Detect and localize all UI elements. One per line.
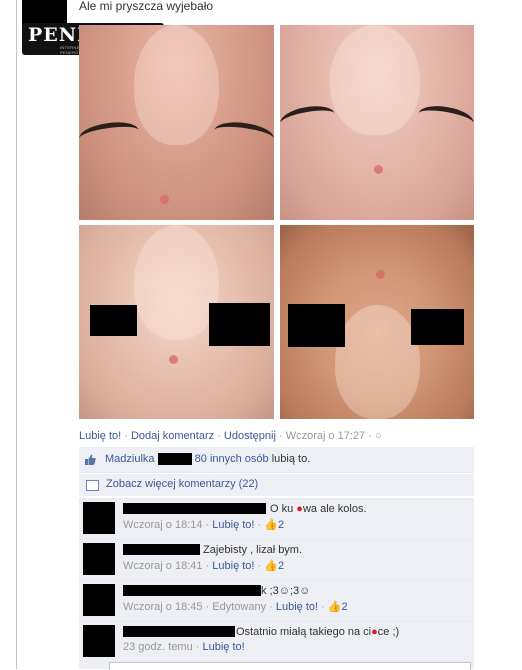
comment-time[interactable]: 23 godz. temu [123, 641, 193, 653]
likes-suffix: lubią to. [271, 453, 311, 465]
pimple-mark [160, 195, 169, 204]
photo-3[interactable] [79, 225, 274, 419]
comment-edited[interactable]: Edytowany [212, 601, 266, 613]
share-link[interactable]: Udostępnij [224, 430, 276, 442]
comment-like-link[interactable]: Lubię to! [212, 519, 254, 531]
thumbs-up-icon: 👍 [264, 560, 278, 572]
censor-bar [288, 304, 345, 347]
pimple-mark [374, 165, 383, 174]
photo-2[interactable] [280, 25, 474, 220]
comment-text: k ;3☺;3☺ [261, 585, 311, 597]
comment-like-link[interactable]: Lubię to! [203, 641, 245, 653]
like-link[interactable]: Lubię to! [79, 430, 121, 442]
comment-time[interactable]: Wczoraj o 18:14 [123, 519, 202, 531]
commenter-name-censored[interactable] [123, 503, 266, 514]
censor-bar [411, 309, 464, 345]
photo-4[interactable] [280, 225, 474, 419]
comment-text: O ku ●wa ale kolos. [270, 503, 367, 515]
comment-text: Ostatnio miałą takiego na ci●ce ;) [236, 626, 400, 638]
comment-item: Zajebisty , lizał bym. Wczoraj o 18:41 ·… [79, 539, 474, 580]
thumbs-up-icon [85, 454, 96, 465]
comment-meta: 23 godz. temu · Lubię to! [123, 641, 245, 653]
commenter-name-censored[interactable] [123, 544, 200, 555]
commenter-name-censored[interactable] [123, 585, 261, 596]
comment-like-count[interactable]: 2 [342, 601, 348, 613]
comment-text: Zajebisty , lizał bym. [203, 544, 303, 556]
post-timestamp[interactable]: Wczoraj o 17:27 [286, 430, 365, 442]
comment-meta: Wczoraj o 18:14 · Lubię to! · 👍2 [123, 519, 285, 531]
post-actions: Lubię to! · Dodaj komentarz · Udostępnij… [79, 430, 382, 442]
comment-like-count[interactable]: 2 [278, 560, 284, 572]
pimple-mark [169, 355, 178, 364]
commenter-avatar-censored[interactable] [83, 502, 115, 534]
censor-bar [209, 303, 270, 346]
comment-time[interactable]: Wczoraj o 18:41 [123, 560, 202, 572]
post-text: Ale mi pryszcza wyjebało [79, 0, 214, 13]
comment-meta: Wczoraj o 18:41 · Lubię to! · 👍2 [123, 560, 285, 572]
globe-icon: ○ [374, 430, 382, 442]
comment-item: Ostatnio miałą takiego na ci●ce ;) 23 go… [79, 621, 474, 662]
photo-1[interactable] [79, 25, 274, 220]
censor-bar [157, 453, 192, 466]
censor-dot: ● [296, 503, 303, 515]
add-comment-link[interactable]: Dodaj komentarz [131, 430, 214, 442]
comments-icon [86, 480, 99, 491]
comment-like-link[interactable]: Lubię to! [212, 560, 254, 572]
commenter-avatar-censored[interactable] [83, 543, 115, 575]
comment-meta: Wczoraj o 18:45 · Edytowany · Lubię to! … [123, 601, 348, 613]
commenter-name-censored[interactable] [123, 626, 235, 637]
liker-name[interactable]: Madziulka [105, 453, 155, 465]
comment-time[interactable]: Wczoraj o 18:45 [123, 601, 202, 613]
pimple-mark [376, 270, 385, 279]
view-more-comments-link[interactable]: Zobacz więcej komentarzy (22) [106, 478, 258, 490]
likes-summary: Madziulka 80 innych osób lubią to. [79, 447, 474, 473]
comment-like-link[interactable]: Lubię to! [276, 601, 318, 613]
comment-item: k ;3☺;3☺ Wczoraj o 18:45 · Edytowany · L… [79, 580, 474, 621]
comment-item: O ku ●wa ale kolos. Wczoraj o 18:14 · Lu… [79, 498, 474, 539]
comment-like-count[interactable]: 2 [278, 519, 284, 531]
thumbs-up-icon: 👍 [264, 519, 278, 531]
censor-dot: ● [371, 626, 378, 638]
commenter-avatar-censored[interactable] [83, 625, 115, 657]
censor-bar [90, 305, 137, 336]
likes-count-link[interactable]: 80 innych osób [195, 453, 269, 465]
commenter-avatar-censored[interactable] [83, 584, 115, 616]
thumbs-up-icon: 👍 [327, 601, 342, 613]
view-more-comments[interactable]: Zobacz więcej komentarzy (22) [79, 474, 474, 496]
